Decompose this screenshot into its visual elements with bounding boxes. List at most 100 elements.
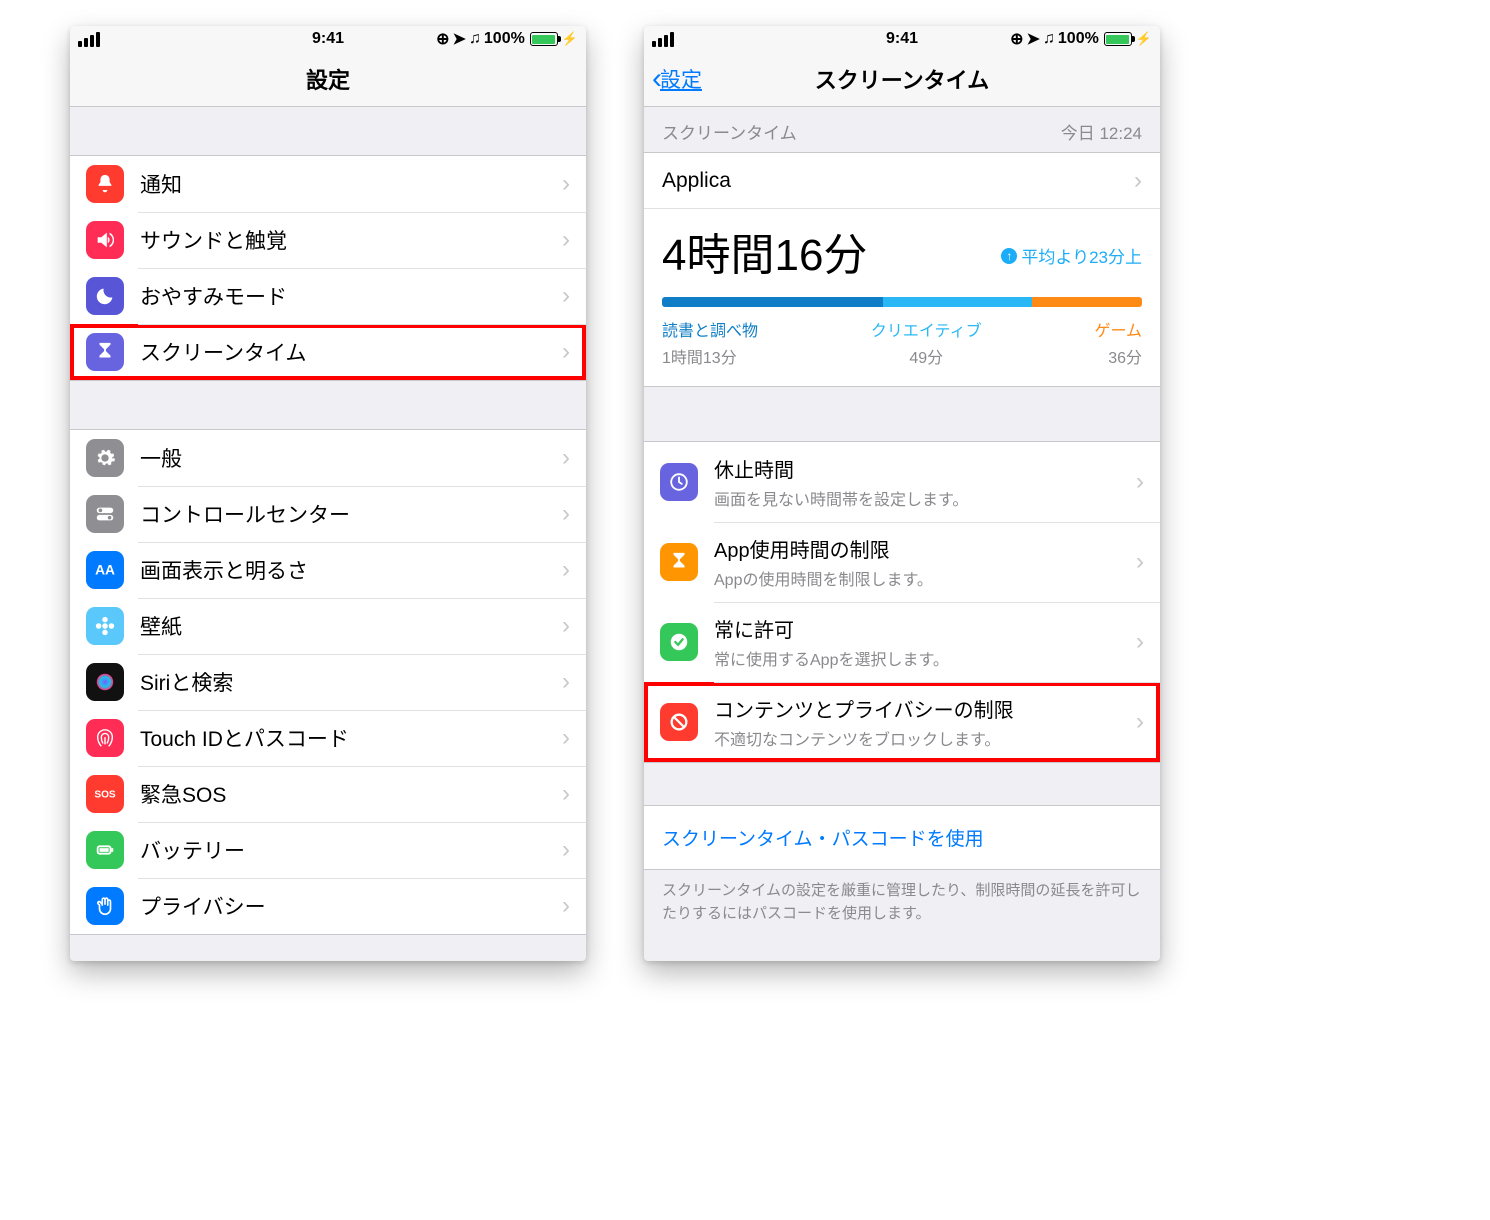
option-title: コンテンツとプライバシーの制限 [714,694,1136,723]
signal-icon [652,32,674,47]
row-label: スクリーンタイム [140,337,562,367]
settings-row-hourglass[interactable]: スクリーンタイム › [70,324,586,380]
category-time: 49分 [871,344,982,368]
chevron-right-icon: › [562,500,570,528]
screentime-screen: 9:41 ⊕ ➤ ♫ 100% ⚡ ‹ 設定 スクリーンタイム スクリーンタイム… [644,26,1160,961]
chevron-right-icon: › [562,170,570,198]
option-nosign[interactable]: コンテンツとプライバシーの制限 不適切なコンテンツをブロックします。 › [644,682,1160,762]
back-button[interactable]: ‹ 設定 [652,62,702,96]
battery-icon [530,32,558,46]
option-check[interactable]: 常に許可 常に使用するAppを選択します。 › [644,602,1160,682]
page-title: スクリーンタイム [815,63,989,95]
option-subtitle: 常に使用するAppを選択します。 [714,646,1136,670]
clock-icon [660,463,698,501]
option-subtitle: Appの使用時間を制限します。 [714,566,1136,590]
settings-row-siri[interactable]: Siriと検索 › [70,654,586,710]
row-label: Siriと検索 [140,667,562,697]
settings-row-moon[interactable]: おやすみモード › [70,268,586,324]
settings-row-switches[interactable]: コントロールセンター › [70,486,586,542]
siri-icon [86,663,124,701]
footer-note: スクリーンタイムの設定を厳重に管理したり、制限時間の延長を許可したりするにはパス… [644,870,1160,935]
battery-icon [1104,32,1132,46]
location-icon: ➤ [1026,29,1039,49]
chevron-right-icon: › [562,612,570,640]
chevron-right-icon: › [1136,628,1144,656]
row-label: コントロールセンター [140,499,562,529]
row-label: プライバシー [140,891,562,921]
category-name: クリエイティブ [871,317,982,341]
settings-screen: 9:41 ⊕ ➤ ♫ 100% ⚡ 設定 通知 › サウンドと触覚 › おやすみ… [70,26,586,961]
gear-icon [86,439,124,477]
chevron-right-icon: › [562,226,570,254]
chevron-right-icon: › [562,338,570,366]
app-name: Applica [662,169,731,193]
option-clock[interactable]: 休止時間 画面を見ない時間帯を設定します。 › [644,442,1160,522]
row-label: 緊急SOS [140,779,562,809]
arrow-up-icon: ↑ [1001,248,1017,264]
finger-icon [86,719,124,757]
switches-icon [86,495,124,533]
check-icon [660,623,698,661]
settings-row-bell[interactable]: 通知 › [70,156,586,212]
usage-bar [662,297,1142,307]
category-time: 1時間13分 [662,344,758,368]
settings-row-aa[interactable]: 画面表示と明るさ › [70,542,586,598]
row-label: Touch IDとパスコード [140,723,562,753]
row-label: 壁紙 [140,611,562,641]
alarm-icon: ⊕ [1010,29,1023,49]
nav-bar: 設定 [70,52,586,107]
chevron-right-icon: › [562,444,570,472]
option-title: App使用時間の制限 [714,534,1136,563]
hourglass-icon [660,543,698,581]
app-summary-row[interactable]: Applica › [644,153,1160,209]
charging-icon: ⚡ [1136,31,1152,47]
location-icon: ➤ [452,29,465,49]
category-time: 36分 [1094,344,1142,368]
category-breakdown: 読書と調べ物 1時間13分 クリエイティブ 49分 ゲーム 36分 [662,317,1142,368]
chevron-right-icon: › [562,780,570,808]
compare-label: ↑ 平均より23分上 [1001,243,1142,268]
signal-icon [78,32,100,47]
chevron-right-icon: › [562,836,570,864]
settings-row-flower[interactable]: 壁紙 › [70,598,586,654]
option-subtitle: 不適切なコンテンツをブロックします。 [714,726,1136,750]
settings-row-gear[interactable]: 一般 › [70,430,586,486]
row-label: 通知 [140,169,562,199]
settings-row-finger[interactable]: Touch IDとパスコード › [70,710,586,766]
chevron-right-icon: › [562,668,570,696]
row-label: おやすみモード [140,281,562,311]
headphones-icon: ♫ [1043,30,1055,48]
option-title: 休止時間 [714,454,1136,483]
batt-icon [86,831,124,869]
chevron-right-icon: › [562,556,570,584]
settings-row-sos[interactable]: 緊急SOS › [70,766,586,822]
battery-pct: 100% [1058,30,1099,48]
category-name: ゲーム [1094,317,1142,341]
chevron-right-icon: › [1136,468,1144,496]
back-label: 設定 [660,64,702,94]
alarm-icon: ⊕ [436,29,449,49]
headphones-icon: ♫ [469,30,481,48]
chevron-right-icon: › [562,282,570,310]
settings-row-batt[interactable]: バッテリー › [70,822,586,878]
aa-icon [86,551,124,589]
bell-icon [86,165,124,203]
section-timestamp: 今日 12:24 [1061,119,1142,144]
passcode-link[interactable]: スクリーンタイム・パスコードを使用 [644,805,1160,870]
settings-row-hand[interactable]: プライバシー › [70,878,586,934]
category-name: 読書と調べ物 [662,317,758,341]
hourglass-icon [86,333,124,371]
sos-icon [86,775,124,813]
charging-icon: ⚡ [562,31,578,47]
moon-icon [86,277,124,315]
nosign-icon [660,703,698,741]
page-title: 設定 [306,63,350,95]
battery-pct: 100% [484,30,525,48]
option-hourglass[interactable]: App使用時間の制限 Appの使用時間を制限します。 › [644,522,1160,602]
settings-row-speaker[interactable]: サウンドと触覚 › [70,212,586,268]
option-title: 常に許可 [714,614,1136,643]
section-label: スクリーンタイム [662,119,797,144]
chevron-right-icon: › [562,892,570,920]
row-label: 画面表示と明るさ [140,555,562,585]
status-time: 9:41 [886,30,918,48]
